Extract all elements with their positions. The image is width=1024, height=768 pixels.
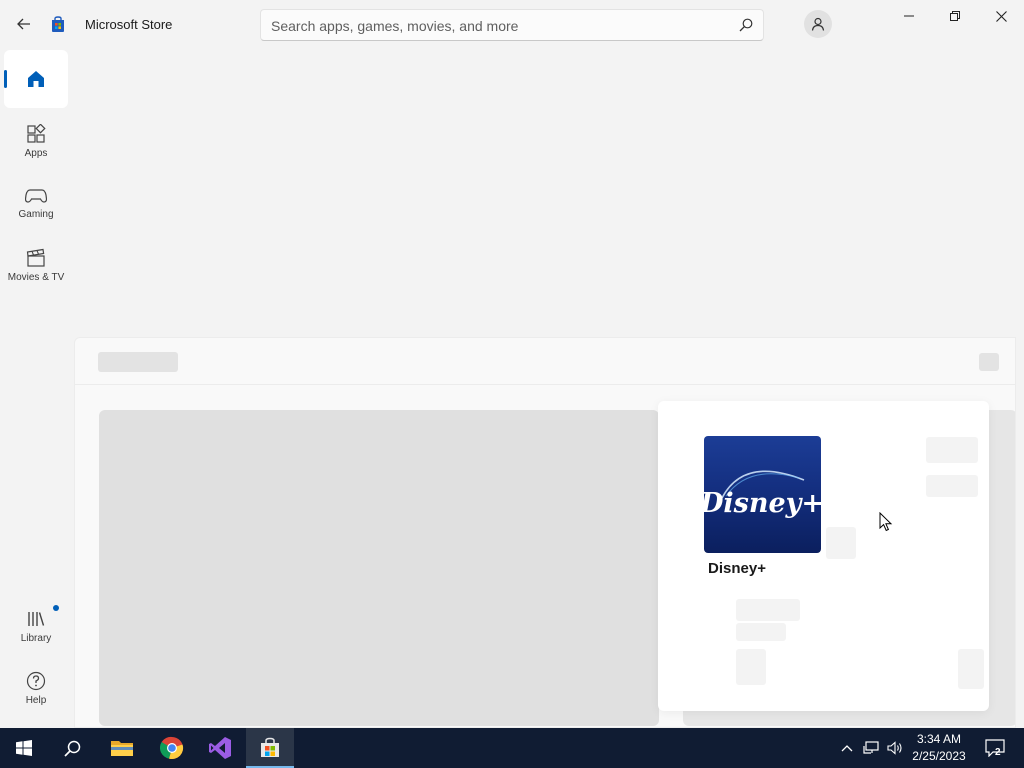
clock-date: 2/25/2023: [912, 749, 966, 763]
mouse-pointer-icon: [879, 512, 893, 532]
sidebar-item-help[interactable]: Help: [4, 659, 68, 717]
gamepad-icon: [25, 188, 47, 203]
app-name: Disney+: [708, 560, 766, 577]
start-button[interactable]: [0, 728, 48, 768]
taskbar-clock[interactable]: 3:34 AM 2/25/2023: [906, 731, 972, 765]
network-button[interactable]: [860, 728, 882, 768]
sidebar-item-movies-tv[interactable]: Movies & TV: [4, 236, 68, 294]
account-button[interactable]: [804, 10, 832, 38]
search-box[interactable]: [260, 9, 764, 41]
selected-indicator: [4, 70, 7, 88]
taskbar-chrome[interactable]: [148, 728, 196, 768]
microsoft-store-logo-icon: [50, 16, 66, 33]
clapperboard-icon: [26, 248, 45, 267]
update-badge: [53, 605, 59, 611]
restore-button[interactable]: [932, 0, 978, 32]
clock-time: 3:34 AM: [916, 732, 962, 746]
back-arrow-icon: [17, 18, 30, 30]
home-icon: [28, 71, 44, 87]
file-explorer-icon: [111, 741, 133, 756]
help-icon: [26, 671, 46, 690]
minimize-button[interactable]: [886, 0, 932, 32]
taskbar-microsoft-store[interactable]: [246, 728, 294, 768]
volume-icon: [887, 741, 902, 755]
loading-placeholder: [736, 649, 766, 685]
taskbar-file-explorer[interactable]: [98, 728, 146, 768]
visual-studio-icon: [209, 737, 231, 759]
loading-placeholder-button: [979, 353, 999, 371]
sidebar-item-label: Library: [20, 632, 52, 644]
sidebar-item-library[interactable]: Library: [4, 597, 68, 655]
title-bar: Microsoft Store: [0, 0, 1024, 48]
sidebar-item-home[interactable]: [4, 50, 68, 108]
close-icon: [995, 10, 1007, 22]
app-title: Microsoft Store: [85, 17, 173, 32]
disney-plus-logo: Disney+: [704, 470, 821, 519]
search-icon[interactable]: [739, 18, 753, 32]
action-center-button[interactable]: 2: [980, 728, 1010, 768]
close-button[interactable]: [978, 0, 1024, 32]
volume-button[interactable]: [884, 728, 906, 768]
loading-placeholder-title: [98, 352, 178, 372]
sidebar-item-label: Movies & TV: [7, 271, 65, 283]
sidebar-item-label: Help: [25, 694, 47, 706]
search-input[interactable]: [271, 16, 731, 36]
sidebar-item-apps[interactable]: Apps: [4, 112, 68, 170]
loading-placeholder: [736, 623, 786, 641]
loading-placeholder-hero: [99, 410, 659, 726]
loading-placeholder: [926, 437, 978, 463]
minimize-icon: [904, 15, 914, 17]
chrome-icon: [160, 736, 184, 760]
network-icon: [863, 741, 879, 754]
chevron-up-icon: [841, 745, 853, 752]
show-hidden-icons-button[interactable]: [836, 728, 858, 768]
disney-plus-logo-text: Disney+: [704, 488, 821, 519]
back-button[interactable]: [12, 12, 36, 36]
loading-placeholder: [826, 527, 856, 559]
loading-placeholder: [926, 475, 978, 497]
library-icon: [28, 611, 45, 626]
search-icon: [63, 740, 80, 757]
taskbar-visual-studio[interactable]: [196, 728, 244, 768]
sidebar-item-label: Gaming: [18, 208, 54, 220]
sidebar-item-gaming[interactable]: Gaming: [4, 174, 68, 232]
taskbar-search-button[interactable]: [48, 728, 96, 768]
sidebar: Apps Gaming Movies & TV Library Help: [0, 48, 72, 728]
microsoft-store-icon: [261, 737, 279, 757]
windows-start-icon: [16, 740, 32, 756]
sidebar-item-label: Apps: [24, 147, 48, 159]
taskbar: 3:34 AM 2/25/2023 2: [0, 728, 1024, 768]
apps-icon: [27, 123, 46, 143]
app-card-disney-plus[interactable]: Disney+ Disney+: [658, 401, 989, 711]
disney-plus-logo-tile[interactable]: Disney+: [704, 436, 821, 553]
loading-placeholder: [736, 599, 800, 621]
restore-icon: [950, 11, 960, 21]
loading-placeholder: [958, 649, 984, 689]
user-icon: [811, 17, 825, 31]
divider: [75, 384, 1015, 385]
notification-count: 2: [995, 747, 1001, 758]
